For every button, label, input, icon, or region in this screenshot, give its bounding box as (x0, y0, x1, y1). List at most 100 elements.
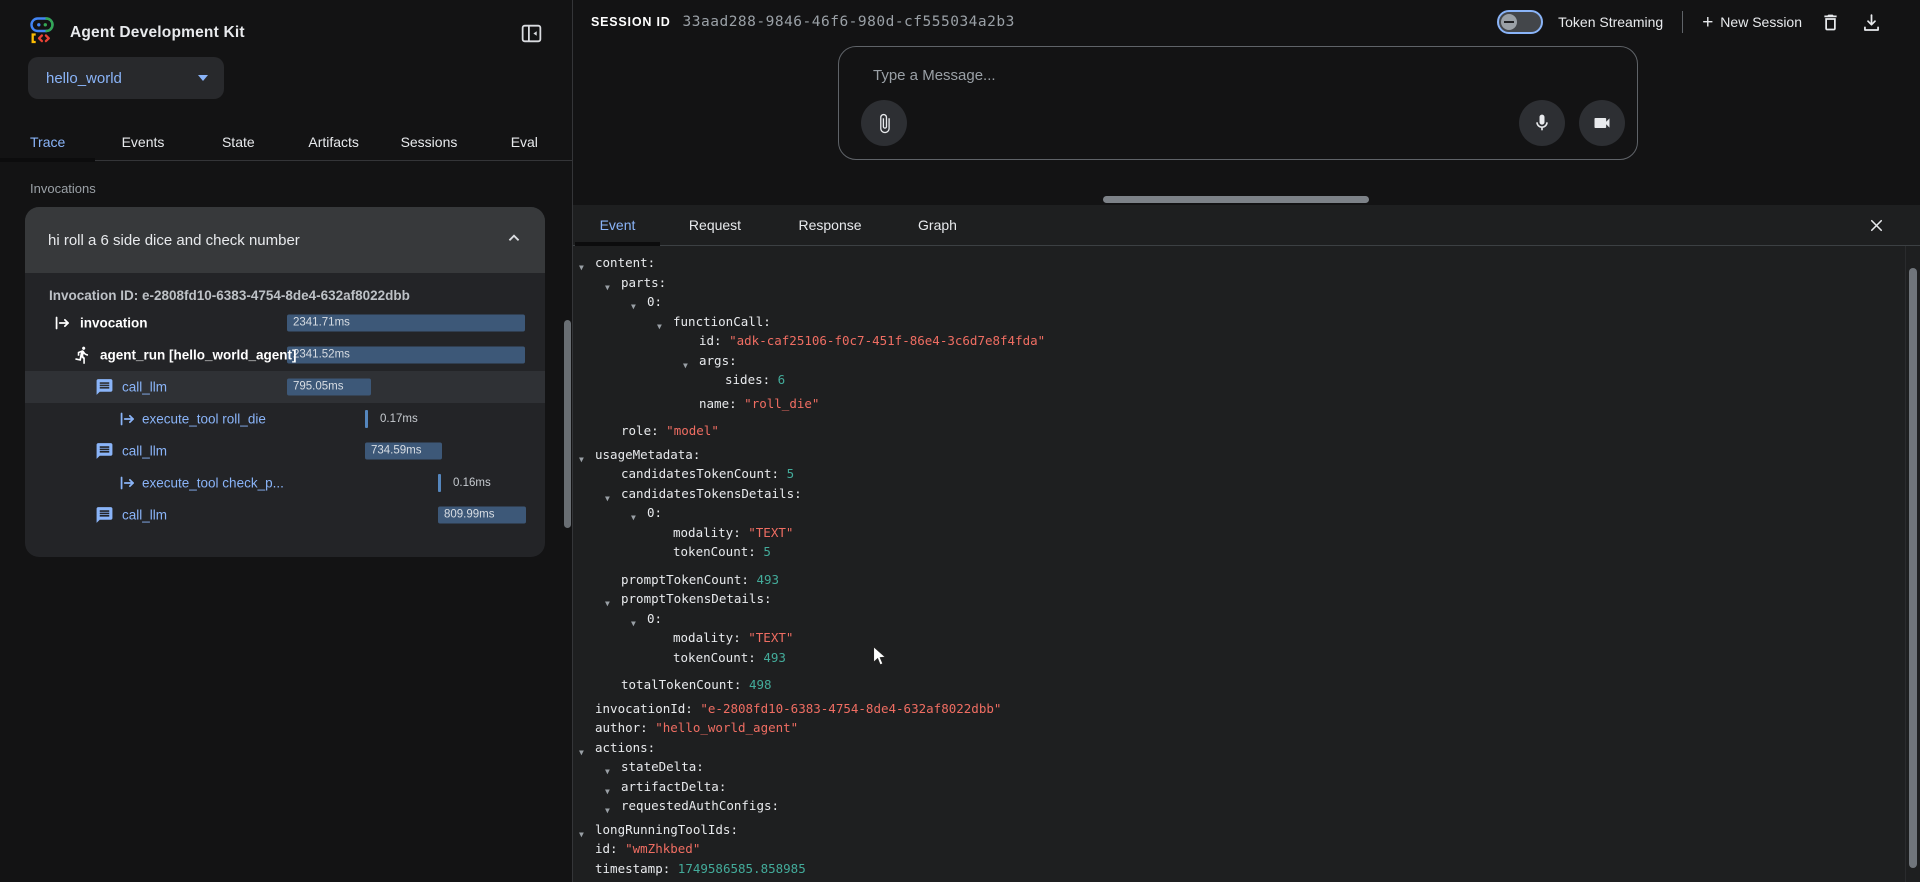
sidebar-tab-state[interactable]: State (191, 124, 286, 160)
json-value: 493 (749, 572, 779, 587)
span-label: invocation (80, 316, 148, 331)
video-button[interactable] (1579, 100, 1625, 146)
json-key: candidatesTokenCount: (621, 466, 779, 481)
runner-icon (73, 346, 92, 365)
json-value: "TEXT" (741, 630, 794, 645)
topbar-divider (1682, 11, 1683, 33)
invocation-card: hi roll a 6 side dice and check number I… (25, 207, 545, 557)
invocation-query-header[interactable]: hi roll a 6 side dice and check number (25, 207, 545, 273)
message-input[interactable]: Type a Message... (873, 67, 996, 84)
json-line-actions[interactable]: ▼actions: (573, 738, 1906, 758)
new-session-button[interactable]: + New Session (1702, 13, 1802, 32)
sidebar-scrollbar[interactable] (564, 320, 571, 528)
trace-span-list: invocation2341.71msagent_run [hello_worl… (25, 307, 545, 531)
span-label: agent_run [hello_world_agent] (100, 348, 297, 363)
span-label: execute_tool check_p... (142, 476, 284, 491)
microphone-button[interactable] (1519, 100, 1565, 146)
attach-file-button[interactable] (861, 100, 907, 146)
json-line-0[interactable]: ▼0: (573, 503, 1906, 523)
json-line-modality: modality: "TEXT" (573, 523, 1906, 543)
plus-icon: + (1702, 13, 1713, 32)
json-line-tokenCount: tokenCount: 5 (573, 542, 1906, 562)
session-id-label: SESSION ID (591, 15, 671, 29)
json-line-stateDelta[interactable]: ▼stateDelta: (573, 757, 1906, 777)
json-line-0[interactable]: ▼0: (573, 609, 1906, 629)
event-json-tree: ▼content:▼parts:▼0:▼functionCall:id: "ad… (573, 246, 1906, 882)
json-line-longRunningToolIds[interactable]: ▼longRunningToolIds: (573, 820, 1906, 840)
json-line-modality: modality: "TEXT" (573, 628, 1906, 648)
json-line-id: id: "wmZhkbed" (573, 839, 1906, 859)
json-line-functionCall[interactable]: ▼functionCall: (573, 312, 1906, 332)
topbar-actions: Token Streaming + New Session (1497, 0, 1884, 44)
trace-span-call-llm[interactable]: call_llm809.99ms (25, 499, 545, 531)
span-duration-text: 0.17ms (380, 413, 418, 425)
event-tab-event[interactable]: Event (575, 205, 660, 245)
trace-span-call-llm[interactable]: call_llm734.59ms (25, 435, 545, 467)
json-line-usageMetadata[interactable]: ▼usageMetadata: (573, 445, 1906, 465)
span-duration-text: 0.16ms (453, 477, 491, 489)
json-key: totalTokenCount: (621, 677, 741, 692)
session-id-value: 33aad288-9846-46f6-980d-cf555034a2b3 (683, 14, 1015, 30)
adk-logo-icon (28, 16, 57, 49)
json-line-promptTokensDetails[interactable]: ▼promptTokensDetails: (573, 589, 1906, 609)
chat-icon (95, 506, 114, 525)
trace-span-agent-run-hello-world-agent-[interactable]: agent_run [hello_world_agent]2341.52ms (25, 339, 545, 371)
trace-span-execute-tool-check-p-[interactable]: execute_tool check_p... 0.16ms (25, 467, 545, 499)
json-line-parts[interactable]: ▼parts: (573, 273, 1906, 293)
json-value: 5 (779, 466, 794, 481)
json-line-timestamp: timestamp: 1749586585.858985 (573, 859, 1906, 879)
sidebar-tab-events[interactable]: Events (95, 124, 190, 160)
span-duration-tick (438, 474, 441, 492)
span-duration-bar: 795.05ms (287, 379, 371, 396)
agent-selector-value: hello_world (46, 70, 122, 87)
vertical-scrollbar-thumb[interactable] (1909, 268, 1917, 868)
json-value: "adk-caf25106-f0c7-451f-86e4-3c6d7e8f4fd… (722, 333, 1046, 348)
json-line-args[interactable]: ▼args: (573, 351, 1906, 371)
json-key: actions: (595, 740, 655, 755)
horizontal-scrollbar[interactable] (1103, 196, 1369, 203)
json-key: requestedAuthConfigs: (621, 798, 779, 813)
json-key: id: (699, 333, 722, 348)
delete-session-icon[interactable] (1817, 9, 1843, 35)
sidebar-tab-sessions[interactable]: Sessions (381, 124, 476, 160)
event-tab-graph[interactable]: Graph (890, 205, 985, 245)
json-line-candidatesTokensDetails[interactable]: ▼candidatesTokensDetails: (573, 484, 1906, 504)
json-key: candidatesTokensDetails: (621, 486, 802, 501)
trace-span-invocation[interactable]: invocation2341.71ms (25, 307, 545, 339)
token-streaming-toggle[interactable] (1497, 10, 1543, 34)
invocation-query-text: hi roll a 6 side dice and check number (48, 232, 300, 249)
agent-selector-dropdown[interactable]: hello_world (28, 57, 224, 99)
json-key: id: (595, 841, 618, 856)
json-value: 1749586585.858985 (670, 861, 805, 876)
json-line-name: name: "roll_die" (573, 394, 1906, 414)
json-line-artifactDelta[interactable]: ▼artifactDelta: (573, 777, 1906, 797)
sidebar-tab-eval[interactable]: Eval (477, 124, 572, 160)
sidebar-tabs: TraceEventsStateArtifactsSessionsEval (0, 124, 572, 161)
event-tab-response[interactable]: Response (770, 205, 890, 245)
json-line-content[interactable]: ▼content: (573, 253, 1906, 273)
span-duration-bar: 2341.52ms (287, 347, 525, 364)
json-key: usageMetadata: (595, 447, 700, 462)
export-session-icon[interactable] (1858, 9, 1884, 35)
json-value: 498 (741, 677, 771, 692)
chevron-up-icon[interactable] (503, 227, 525, 253)
json-value: "hello_world_agent" (648, 720, 799, 735)
json-key: role: (621, 423, 659, 438)
app-header: Agent Development Kit (28, 16, 245, 49)
json-key: stateDelta: (621, 759, 704, 774)
json-key: artifactDelta: (621, 779, 726, 794)
collapse-caret-icon[interactable]: ▼ (605, 801, 610, 821)
sidebar-tab-artifacts[interactable]: Artifacts (286, 124, 381, 160)
json-line-0[interactable]: ▼0: (573, 292, 1906, 312)
json-key: tokenCount: (673, 650, 756, 665)
span-label: call_llm (122, 508, 167, 523)
close-panel-icon[interactable] (1865, 214, 1887, 236)
json-line-requestedAuthConfigs[interactable]: ▼requestedAuthConfigs: (573, 796, 1906, 816)
collapse-sidebar-icon[interactable] (518, 20, 544, 46)
event-tab-request[interactable]: Request (660, 205, 770, 245)
chevron-down-icon (198, 75, 208, 81)
json-key: parts: (621, 275, 666, 290)
trace-span-call-llm[interactable]: call_llm795.05ms (25, 371, 545, 403)
sidebar-tab-trace[interactable]: Trace (0, 124, 95, 160)
trace-span-execute-tool-roll-die[interactable]: execute_tool roll_die0.17ms (25, 403, 545, 435)
